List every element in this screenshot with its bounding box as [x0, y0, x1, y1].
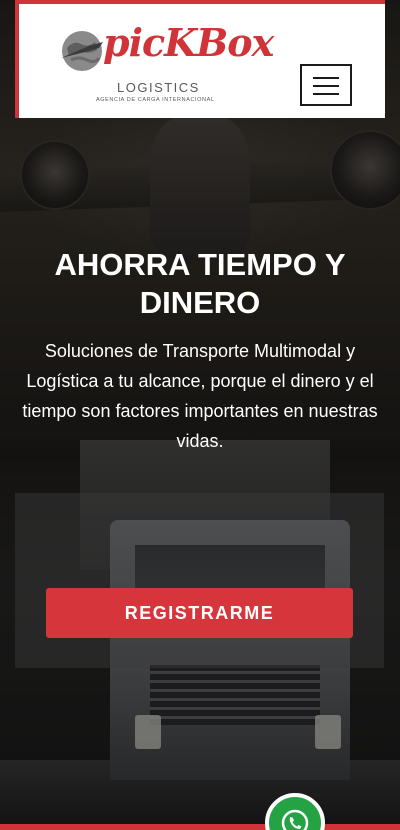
globe-airplane-icon	[61, 31, 103, 71]
cta-panel	[15, 493, 384, 668]
whatsapp-icon	[281, 809, 309, 830]
logo-tagline: AGENCIA DE CARGA INTERNACIONAL	[96, 97, 215, 103]
hero-description: Soluciones de Transporte Multimodal y Lo…	[22, 341, 378, 451]
menu-line	[313, 85, 339, 87]
logo-wordmark: picKBox	[103, 20, 274, 65]
site-logo[interactable]: picKBox LOGISTICS AGENCIA DE CARGA INTER…	[59, 18, 274, 110]
menu-line	[313, 93, 339, 95]
hamburger-icon[interactable]	[300, 64, 352, 106]
logo-subtitle: LOGISTICS	[117, 80, 200, 95]
register-button[interactable]: REGISTRARME	[46, 588, 353, 638]
bottom-accent-bar	[0, 824, 400, 830]
site-header: picKBox LOGISTICS AGENCIA DE CARGA INTER…	[15, 0, 385, 118]
hero-headline: AHORRA TIEMPO Y DINERO	[54, 247, 346, 320]
menu-line	[313, 77, 339, 79]
